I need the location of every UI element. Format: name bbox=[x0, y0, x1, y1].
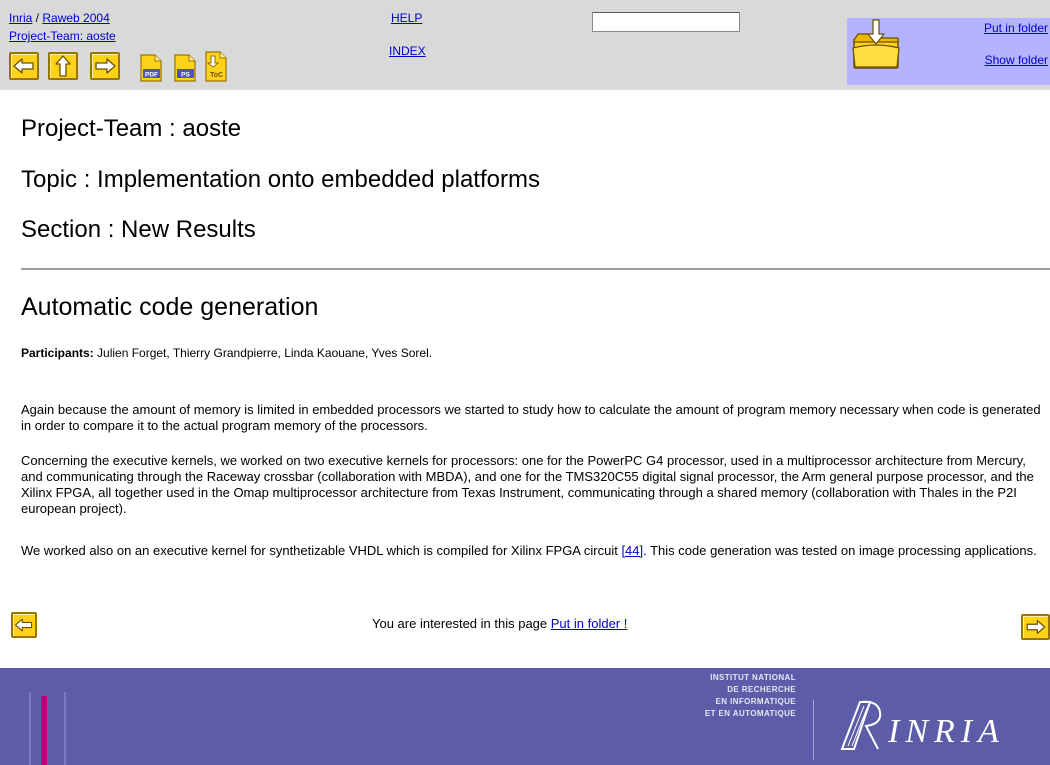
interested-line: You are interested in this page Put in f… bbox=[372, 616, 627, 631]
inria-logo-icon bbox=[840, 700, 882, 750]
footer-accent-bar bbox=[41, 696, 47, 765]
toc-label: ToC bbox=[210, 72, 223, 79]
breadcrumb: Inria / Raweb 2004 bbox=[9, 11, 110, 25]
breadcrumb-inria-link[interactable]: Inria bbox=[9, 11, 32, 25]
ps-label: PS bbox=[181, 72, 190, 79]
horizontal-divider bbox=[21, 268, 1050, 270]
help-link[interactable]: HELP bbox=[391, 11, 422, 25]
folder-panel: Put in folder Show folder bbox=[847, 18, 1050, 85]
reference-44-link[interactable]: [44] bbox=[621, 543, 643, 558]
pdf-icon: PDF bbox=[140, 54, 162, 82]
prev-page-button-bottom[interactable] bbox=[11, 612, 37, 638]
paragraph-executive-kernels: Concerning the executive kernels, we wor… bbox=[21, 453, 1034, 516]
institute-line: ET EN AUTOMATIQUE bbox=[704, 709, 796, 718]
breadcrumb-raweb-link[interactable]: Raweb 2004 bbox=[42, 11, 109, 25]
footer-decor-line bbox=[29, 692, 31, 765]
next-page-button-bottom[interactable] bbox=[1021, 614, 1050, 640]
up-page-button[interactable] bbox=[48, 52, 78, 80]
pdf-label: PDF bbox=[145, 72, 158, 79]
breadcrumb-separator: / bbox=[32, 11, 43, 25]
arrow-right-icon bbox=[95, 58, 116, 74]
top-navigation-bar: Inria / Raweb 2004 Project-Team: aoste P… bbox=[0, 0, 1050, 90]
footer-banner: INSTITUT NATIONAL DE RECHERCHE EN INFORM… bbox=[0, 668, 1050, 765]
footer-divider bbox=[813, 700, 814, 760]
footer-decor-line bbox=[64, 692, 66, 765]
toc-button[interactable]: ToC bbox=[205, 51, 227, 82]
article-title: Automatic code generation bbox=[21, 293, 319, 321]
paragraph-vhdl-text-start: We worked also on an executive kernel fo… bbox=[21, 543, 622, 558]
project-team-link[interactable]: Project-Team: aoste bbox=[9, 29, 116, 43]
institute-line: EN INFORMATIQUE bbox=[715, 697, 796, 706]
arrow-up-icon bbox=[55, 55, 71, 77]
toc-icon: ToC bbox=[205, 51, 227, 82]
arrow-left-icon bbox=[14, 618, 33, 632]
search-input[interactable] bbox=[592, 12, 740, 32]
paragraph-memory: Again because the amount of memory is li… bbox=[21, 402, 1041, 433]
paragraph-vhdl: We worked also on an executive kernel fo… bbox=[21, 543, 1050, 559]
participants-names: Julien Forget, Thierry Grandpierre, Lind… bbox=[93, 346, 433, 360]
paragraph-vhdl-text-end: . This code generation was tested on ima… bbox=[643, 543, 1037, 558]
arrow-left-icon bbox=[13, 58, 34, 74]
pdf-download-button[interactable]: PDF bbox=[140, 54, 162, 82]
interested-text: You are interested in this page bbox=[372, 616, 551, 631]
institute-line: INSTITUT NATIONAL bbox=[710, 673, 796, 682]
next-page-button[interactable] bbox=[90, 52, 120, 80]
show-folder-link[interactable]: Show folder bbox=[985, 53, 1048, 67]
prev-page-button[interactable] bbox=[9, 52, 39, 80]
folder-icon[interactable] bbox=[851, 18, 901, 70]
participants-line: Participants: Julien Forget, Thierry Gra… bbox=[21, 346, 432, 360]
put-in-folder-bottom-link[interactable]: Put in folder ! bbox=[551, 616, 628, 631]
index-link[interactable]: INDEX bbox=[389, 44, 426, 58]
section-heading: Section : New Results bbox=[21, 216, 256, 243]
ps-icon: PS bbox=[174, 54, 196, 82]
inria-wordmark: INRIA bbox=[888, 713, 1005, 750]
ps-download-button[interactable]: PS bbox=[174, 54, 196, 82]
institute-line: DE RECHERCHE bbox=[727, 685, 796, 694]
project-team-heading: Project-Team : aoste bbox=[21, 115, 242, 142]
put-in-folder-link[interactable]: Put in folder bbox=[984, 21, 1048, 35]
arrow-right-icon bbox=[1026, 619, 1046, 635]
participants-label: Participants: bbox=[21, 346, 94, 360]
topic-heading: Topic : Implementation onto embedded pla… bbox=[21, 166, 540, 193]
institute-name: INSTITUT NATIONAL DE RECHERCHE EN INFORM… bbox=[630, 672, 796, 720]
